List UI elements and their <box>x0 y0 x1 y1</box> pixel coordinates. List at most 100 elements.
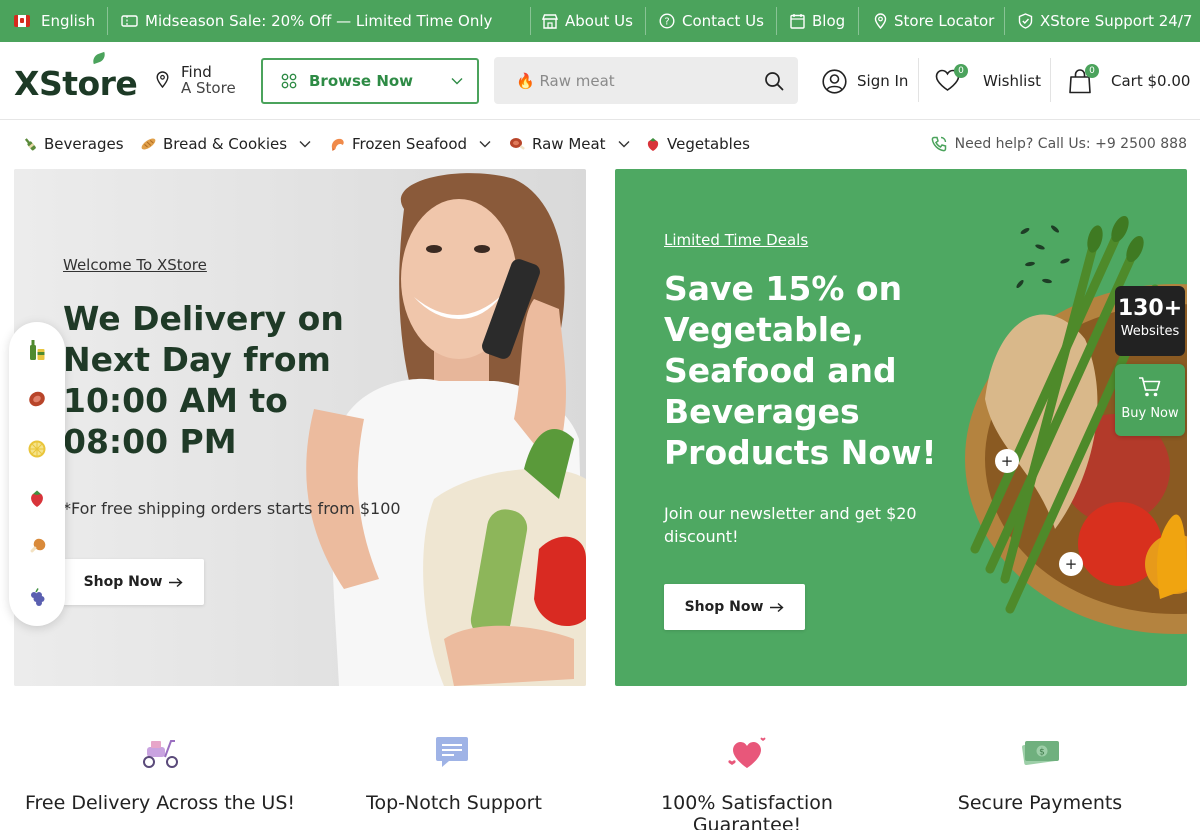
promo-banner[interactable]: Midseason Sale: 20% Off — Limited Time O… <box>121 0 492 42</box>
logo[interactable]: XStore <box>14 51 138 103</box>
cart-label: Cart $0.00 <box>1111 72 1191 90</box>
deals-eyebrow-link[interactable]: Limited Time Deals <box>664 231 808 249</box>
logo-text: XStore <box>14 64 138 103</box>
category-beverages[interactable]: Beverages <box>22 120 124 168</box>
arrow-right-icon <box>770 602 784 612</box>
store-locator-link[interactable]: Store Locator <box>874 0 994 42</box>
support-link[interactable]: XStore Support 24/7 <box>1018 0 1192 42</box>
store-locator-label: Store Locator <box>894 12 995 30</box>
calendar-icon <box>790 14 805 29</box>
divider <box>645 7 646 35</box>
hero-eyebrow-link[interactable]: Welcome To XStore <box>63 256 207 274</box>
browse-now-button[interactable]: Browse Now <box>261 58 479 104</box>
category-vegetables[interactable]: Vegetables <box>645 120 750 168</box>
map-pin-icon <box>156 71 169 88</box>
bottle-icon <box>24 138 36 151</box>
divider <box>530 7 531 35</box>
leaf-icon <box>91 51 107 65</box>
search-input[interactable] <box>516 71 764 90</box>
feature-title: 100% Satisfaction Guarantee! <box>661 792 833 830</box>
buy-now-label: Buy Now <box>1121 406 1179 421</box>
feature-title: Top-Notch Support <box>366 792 542 814</box>
scooter-icon <box>143 740 178 768</box>
feature-title: Free Delivery Across the US! <box>24 792 296 814</box>
contact-link[interactable]: ? Contact Us <box>659 0 764 42</box>
divider <box>1050 58 1051 102</box>
shield-icon <box>1018 13 1033 29</box>
category-label: Beverages <box>44 135 124 153</box>
divider <box>918 58 919 102</box>
category-nav: Beverages Bread & Cookies Frozen Seafood… <box>0 120 1200 168</box>
websites-label: Websites <box>1120 324 1180 339</box>
sign-in-link[interactable]: Sign In <box>822 42 908 120</box>
chevron-down-icon <box>451 78 463 85</box>
category-frozen-seafood[interactable]: Frozen Seafood <box>329 120 491 168</box>
divider <box>107 7 108 35</box>
grid-icon <box>281 73 297 89</box>
shop-now-button[interactable]: Shop Now <box>63 559 204 605</box>
category-bread-cookies[interactable]: Bread & Cookies <box>140 120 311 168</box>
language-label: English <box>41 12 96 30</box>
drinks-icon[interactable] <box>26 339 48 361</box>
help-text: Need help? Call Us: +9 2500 888 <box>954 136 1187 152</box>
blog-label: Blog <box>812 12 846 30</box>
lemon-icon[interactable] <box>26 438 48 460</box>
wishlist-label: Wishlist <box>983 72 1042 90</box>
find-store-link[interactable]: Find A Store <box>156 64 236 96</box>
feature-satisfaction: 100% Satisfaction Guarantee! <box>597 735 897 830</box>
grapes-icon[interactable] <box>26 586 48 608</box>
strawberry-icon <box>647 138 659 151</box>
websites-widget[interactable]: 130+ Websites <box>1115 286 1185 356</box>
search-icon[interactable] <box>764 71 784 91</box>
buy-now-widget[interactable]: Buy Now <box>1115 364 1185 436</box>
top-bar: English Midseason Sale: 20% Off — Limite… <box>0 0 1200 42</box>
language-selector[interactable]: English <box>14 0 95 42</box>
money-icon: $ <box>1022 740 1059 766</box>
question-icon: ? <box>659 13 675 29</box>
cart-icon-wrap: 0 <box>1068 63 1099 94</box>
feature-secure-payments: $ Secure Payments <box>890 735 1190 814</box>
chevron-down-icon <box>479 141 491 148</box>
shop-now-label: Shop Now <box>83 574 163 590</box>
browse-now-label: Browse Now <box>309 72 414 90</box>
strawberry-icon[interactable] <box>26 487 48 509</box>
bread-icon <box>141 138 156 150</box>
blog-link[interactable]: Blog <box>790 0 845 42</box>
wishlist-link[interactable]: 0 Wishlist <box>935 42 1041 120</box>
hero-banner-deals: + + Limited Time Deals Save 15% on Veget… <box>615 169 1187 686</box>
deals-title: Save 15% on Vegetable, Seafood and Bever… <box>664 269 937 472</box>
category-label: Frozen Seafood <box>352 135 468 153</box>
chicken-leg-icon[interactable] <box>26 536 48 558</box>
promo-text: Midseason Sale: 20% Off — Limited Time O… <box>145 12 493 30</box>
arrow-right-icon <box>169 577 183 587</box>
category-label: Vegetables <box>667 135 750 153</box>
about-link[interactable]: About Us <box>542 0 633 42</box>
cart-count-badge: 0 <box>1085 63 1099 78</box>
floating-category-bar <box>9 322 65 626</box>
feature-title: Secure Payments <box>957 792 1123 814</box>
shop-now-button[interactable]: Shop Now <box>664 584 805 630</box>
wishlist-count-badge: 0 <box>954 64 968 78</box>
svg-text:+: + <box>1065 555 1078 573</box>
help-phone[interactable]: Need help? Call Us: +9 2500 888 <box>931 120 1187 168</box>
chat-icon <box>436 737 468 767</box>
find-line-1: Find <box>181 63 212 81</box>
shop-now-label: Shop Now <box>684 599 764 615</box>
hero-banner-delivery: Welcome To XStore We Delivery on Next Da… <box>14 169 586 686</box>
chevron-down-icon <box>299 141 311 148</box>
meat-icon[interactable] <box>26 388 48 410</box>
shipping-note: *For free shipping orders starts from $1… <box>63 499 401 518</box>
svg-text:?: ? <box>664 17 669 28</box>
category-raw-meat[interactable]: Raw Meat <box>509 120 630 168</box>
shrimp-icon <box>331 138 344 151</box>
chevron-down-icon <box>618 141 630 148</box>
support-label: XStore Support 24/7 <box>1040 12 1193 30</box>
user-icon <box>822 68 847 94</box>
category-label: Bread & Cookies <box>163 135 288 153</box>
main-header: XStore Find A Store Browse Now Sign In 0… <box>0 42 1200 120</box>
cart-link[interactable]: 0 Cart $0.00 <box>1068 42 1190 120</box>
find-line-2: A Store <box>181 79 236 97</box>
divider <box>776 7 777 35</box>
contact-label: Contact Us <box>682 12 764 30</box>
feature-support: Top-Notch Support <box>304 735 604 814</box>
